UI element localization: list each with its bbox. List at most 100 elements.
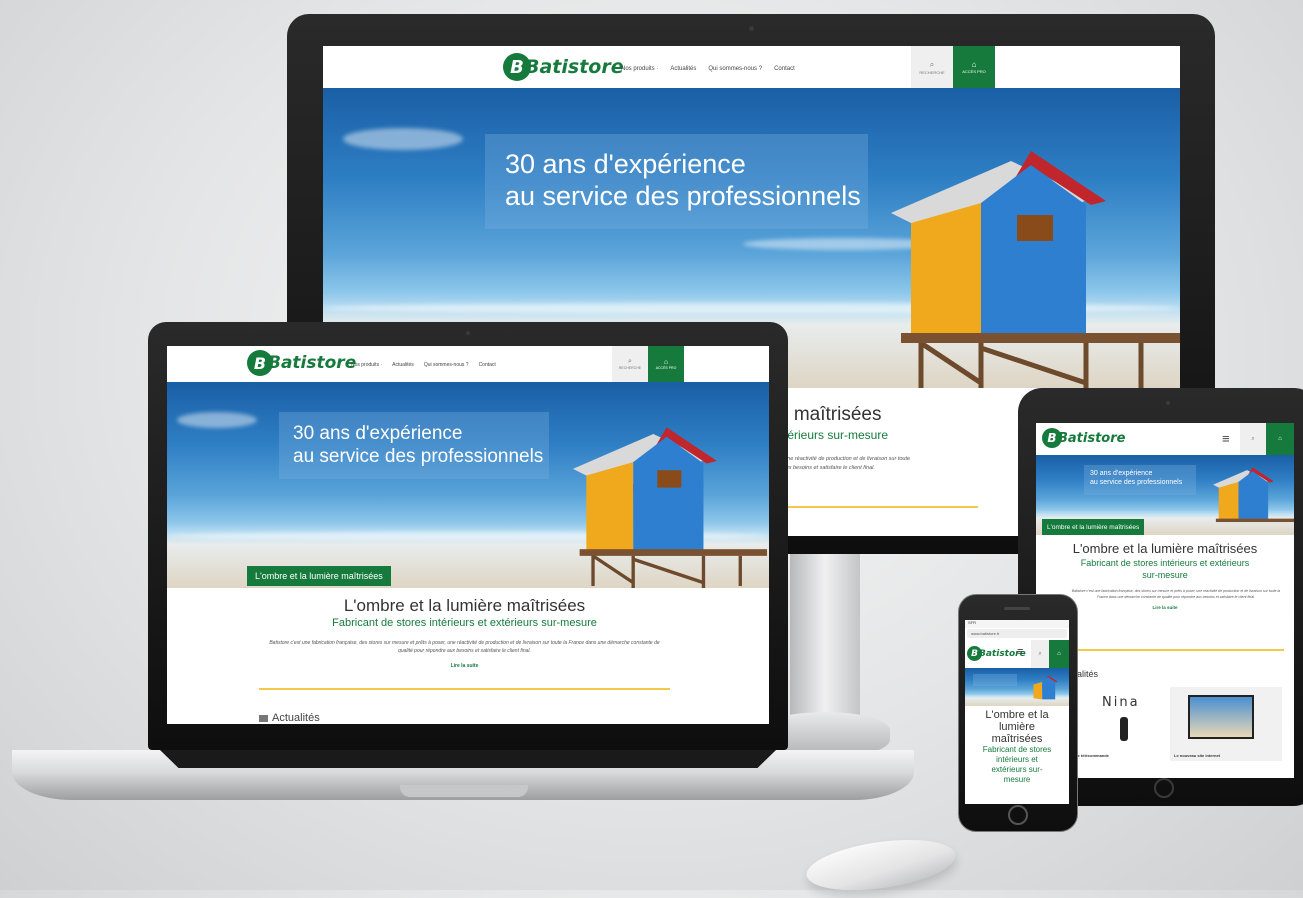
menu-item-contact[interactable]: Contact xyxy=(774,66,795,72)
site-logo[interactable]: B Batistore xyxy=(503,53,624,81)
read-more-link[interactable]: Lire la suite xyxy=(247,663,682,669)
section-divider xyxy=(1066,649,1284,651)
intro-text: Batistore c'est une fabrication français… xyxy=(1071,589,1281,599)
desktop-navbar: B Batistore Nos produits · Actualités Qu… xyxy=(323,46,1180,88)
tagline-banner: L'ombre et la lumière maîtrisées xyxy=(1042,519,1145,535)
headline-line-3: maîtrisées xyxy=(991,733,1043,745)
desktop-intro-1: e, une réactivité de production et de li… xyxy=(778,456,911,462)
menu-item-about[interactable]: Qui sommes-nous ? xyxy=(708,66,762,72)
camera-dot xyxy=(466,331,470,335)
hero-cloud xyxy=(177,412,257,428)
subheadline-line-2: intérieurs et xyxy=(996,755,1038,764)
menu-item-about[interactable]: Qui sommes-nous ? xyxy=(424,362,469,368)
headline-line-1: L'ombre et la xyxy=(985,709,1049,721)
laptop-hinge xyxy=(160,750,776,768)
section-divider xyxy=(778,506,978,508)
menu-item-products[interactable]: Nos produits · xyxy=(351,362,382,368)
hero-line-1: 30 ans d'expérience xyxy=(505,149,746,179)
pro-access-button[interactable]: ⌂ xyxy=(1266,423,1294,455)
hero-line-1: 30 ans d'expérience xyxy=(1090,470,1153,477)
laptop-menu: Nos produits · Actualités Qui sommes-nou… xyxy=(351,362,496,368)
logo-text: Batistore xyxy=(525,56,624,78)
laptop-navbar: B Batistore Nos produits · Actualités Qu… xyxy=(167,346,769,382)
phone-content: L'ombre et la lumière maîtrisées Fabrica… xyxy=(965,706,1069,804)
mouse xyxy=(803,831,959,898)
lock-icon: ⌂ xyxy=(971,60,977,69)
search-label: RECHERCHE xyxy=(919,69,945,75)
phone-hero xyxy=(965,668,1069,706)
desktop-menu: Nos produits · Actualités Qui sommes-nou… xyxy=(621,66,795,72)
remote-control-image xyxy=(1120,717,1128,741)
home-button[interactable] xyxy=(1008,805,1028,825)
news-heading: Actualités xyxy=(259,712,320,724)
menu-item-news[interactable]: Actualités xyxy=(392,362,414,368)
search-button[interactable]: ⌕ RECHERCHE xyxy=(612,346,648,382)
hamburger-menu-icon[interactable]: ≡ xyxy=(1017,646,1023,658)
desktop-subheadline: xtérieurs sur-mesure xyxy=(778,428,889,442)
url-text: www.batistore.fr xyxy=(971,631,1000,636)
pro-access-button[interactable]: ⌂ xyxy=(1049,640,1069,668)
desktop-content-card: e maîtrisées xtérieurs sur-mesure e, une… xyxy=(778,388,993,518)
hero-caption: 30 ans d'expérience au service des profe… xyxy=(279,412,549,479)
monitor-stand xyxy=(790,554,860,719)
hero-caption: 30 ans d'expérience au service des profe… xyxy=(1084,465,1196,495)
subheadline-line-1: Fabricant de stores xyxy=(982,745,1052,754)
carrier-text: SFR xyxy=(968,620,976,625)
pro-access-button[interactable]: ⌂ ACCÈS PRO xyxy=(648,346,684,382)
hero-caption: 30 ans d'expérience au service des profe… xyxy=(485,134,868,229)
search-icon: ⌕ xyxy=(929,59,935,69)
camera-dot xyxy=(749,26,754,31)
search-icon: ⌕ xyxy=(628,358,632,365)
menu-item-contact[interactable]: Contact xyxy=(479,362,496,368)
beach-hut-image xyxy=(1033,675,1058,700)
beach-hut-image xyxy=(572,427,768,588)
hero-line-1: 30 ans d'expérience xyxy=(293,423,463,444)
site-logo[interactable]: B Batistore xyxy=(247,350,356,376)
laptop-content-card: L'ombre et la lumière maîtrisées Fabrica… xyxy=(247,588,682,724)
headline: L'ombre et la lumière maîtrisées xyxy=(343,596,586,615)
subheadline-2: sur-mesure xyxy=(1142,570,1188,580)
news-item-caption: Le nouveau site internet xyxy=(1174,753,1221,758)
devices-thumbnail-image xyxy=(1188,695,1254,739)
search-button[interactable]: ⌕ RECHERCHE xyxy=(911,46,953,88)
lock-icon: ⌂ xyxy=(1278,436,1282,442)
desktop-intro-2: e aux besoins et satisfaire le client fi… xyxy=(778,465,875,471)
hamburger-menu-icon[interactable]: ≡ xyxy=(1222,431,1230,446)
subheadline-line-4: mesure xyxy=(1003,775,1031,784)
phone-address-bar[interactable]: www.batistore.fr xyxy=(967,629,1067,638)
section-divider xyxy=(259,688,670,690)
hero-caption xyxy=(973,674,1017,686)
hero-line-2: au service des professionnels xyxy=(1090,479,1183,486)
headline: L'ombre et la lumière maîtrisées xyxy=(1072,541,1258,556)
subheadline-line-3: extérieurs sur- xyxy=(991,765,1043,774)
phone-screen: SFR www.batistore.fr B Batistore ≡ ⌕ ⌂ L… xyxy=(965,620,1069,804)
home-button[interactable] xyxy=(1154,778,1174,798)
tablet-navbar: B Batistore ≡ ⌕ ⌂ xyxy=(1036,423,1294,455)
search-button[interactable]: ⌕ xyxy=(1031,640,1049,668)
search-label: RECHERCHE xyxy=(618,366,642,370)
pro-access-button[interactable]: ⌂ ACCÈS PRO xyxy=(953,46,995,88)
phone-status-bar: SFR xyxy=(965,620,1069,628)
subheadline: Fabricant de stores intérieurs et extéri… xyxy=(332,617,597,629)
lock-icon: ⌂ xyxy=(663,358,669,366)
news-icon xyxy=(259,714,268,722)
access-label: ACCÈS PRO xyxy=(962,69,986,74)
camera-dot xyxy=(1166,401,1170,405)
tagline-banner: L'ombre et la lumière maîtrisées xyxy=(247,566,391,586)
hero-line-2: au service des professionnels xyxy=(505,181,861,211)
search-button[interactable]: ⌕ xyxy=(1240,423,1266,455)
desktop-headline: e maîtrisées xyxy=(778,404,882,425)
phone-navbar: B Batistore ≡ ⌕ ⌂ xyxy=(965,640,1069,668)
news-card[interactable]: Nina ...lle télécommande xyxy=(1072,687,1164,761)
news-card[interactable]: Le nouveau site internet xyxy=(1170,687,1282,761)
laptop-notch xyxy=(400,785,528,797)
nina-logo: Nina xyxy=(1102,695,1140,710)
site-logo[interactable]: B Batistore xyxy=(1042,428,1125,448)
hero-line-2: au service des professionnels xyxy=(293,446,544,467)
headline-line-2: lumière xyxy=(998,721,1036,733)
hero-cloud xyxy=(343,128,463,150)
laptop-screen: B Batistore Nos produits · Actualités Qu… xyxy=(167,346,769,724)
laptop-hero: 30 ans d'expérience au service des profe… xyxy=(167,382,769,588)
menu-item-products[interactable]: Nos produits · xyxy=(621,66,658,72)
menu-item-news[interactable]: Actualités xyxy=(670,66,696,72)
